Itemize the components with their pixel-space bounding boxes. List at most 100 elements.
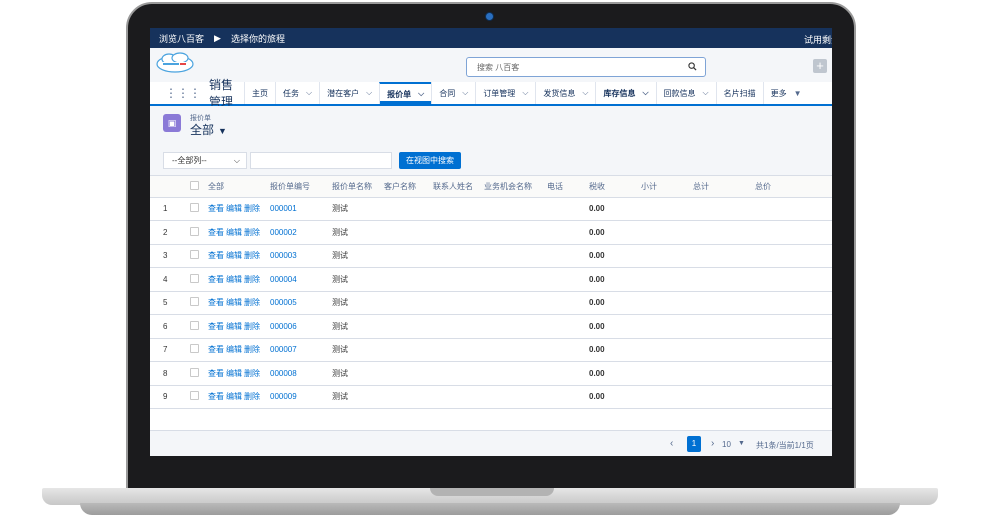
col-opportunity[interactable]: 业务机会名称 [484,176,547,198]
quote-number-link[interactable]: 000006 [270,314,332,339]
browse-link[interactable]: 浏览八百客 [159,32,204,45]
delete-link[interactable]: 删除 [244,204,260,213]
delete-link[interactable]: 删除 [244,228,260,237]
view-link[interactable]: 查看 [208,275,224,284]
tab-label: 主页 [252,88,268,98]
view-link[interactable]: 查看 [208,345,224,354]
row-checkbox[interactable] [190,320,199,330]
view-link[interactable]: 查看 [208,251,224,260]
app-grid-icon[interactable]: ⋮⋮⋮ [165,86,201,100]
col-quote-name[interactable]: 报价单名称 [332,176,384,198]
tab-inventory[interactable]: 库存信息 ⌵ [595,82,655,104]
quote-number-link[interactable]: 000008 [270,361,332,386]
tab-tasks[interactable]: 任务 ⌵ [275,82,319,104]
tab-quotes[interactable]: 报价单 ⌵ [379,82,432,104]
view-link[interactable]: 查看 [208,322,224,331]
view-link[interactable]: 查看 [208,392,224,401]
view-link[interactable]: 查看 [208,298,224,307]
edit-link[interactable]: 编辑 [226,298,242,307]
chevron-down-icon[interactable]: ⌵ [642,88,648,98]
tab-home[interactable]: 主页 [244,82,275,104]
tab-shipping[interactable]: 发货信息 ⌵ [535,82,595,104]
quote-number-link[interactable]: 000002 [270,220,332,245]
tab-contracts[interactable]: 合同 ⌵ [431,82,475,104]
caret-down-icon[interactable]: ▼ [794,89,802,98]
delete-link[interactable]: 删除 [244,322,260,331]
quote-number-link[interactable]: 000004 [270,267,332,292]
edit-link[interactable]: 编辑 [226,251,242,260]
edit-link[interactable]: 编辑 [226,322,242,331]
col-all[interactable]: 全部 [208,176,270,198]
caret-down-icon[interactable]: ▼ [738,440,745,447]
next-page-icon[interactable]: › [711,438,714,449]
col-total-price[interactable]: 总价 [755,176,832,198]
row-checkbox[interactable] [190,203,199,213]
cloud-logo[interactable] [155,52,195,74]
row-checkbox[interactable] [190,297,199,307]
delete-link[interactable]: 删除 [244,369,260,378]
delete-link[interactable]: 删除 [244,298,260,307]
app-launcher[interactable]: ⋮⋮⋮ 销售管理 [150,78,244,109]
col-customer[interactable]: 客户名称 [384,176,433,198]
page-size-select[interactable]: 10 [722,440,731,449]
select-all-checkbox[interactable] [190,180,199,190]
journey-link[interactable]: 选择你的旅程 [231,32,285,45]
opportunity-cell [484,197,547,221]
current-page-button[interactable]: 1 [687,436,701,452]
search-in-view-button[interactable]: 在视图中搜索 [399,152,461,169]
tab-payments[interactable]: 回款信息 ⌵ [655,82,716,104]
col-subtotal[interactable]: 小计 [641,176,693,198]
edit-link[interactable]: 编辑 [226,345,242,354]
delete-link[interactable]: 删除 [244,392,260,401]
row-checkbox[interactable] [190,391,199,401]
chevron-down-icon[interactable]: ⌵ [366,88,372,98]
delete-link[interactable]: 删除 [244,345,260,354]
edit-link[interactable]: 编辑 [226,228,242,237]
row-checkbox[interactable] [190,226,199,236]
edit-link[interactable]: 编辑 [226,275,242,284]
caret-down-icon[interactable]: ▼ [218,126,227,136]
table-row: 2 查看 编辑 删除 000002 测试 0.00 [150,220,832,245]
chevron-down-icon[interactable]: ⌵ [306,88,312,98]
global-search-input[interactable]: 搜索 八百客 [466,57,706,77]
tax-cell: 0.00 [589,267,641,292]
col-phone[interactable]: 电话 [547,176,589,198]
phone-cell [547,244,589,268]
chevron-down-icon[interactable]: ⌵ [703,88,709,98]
row-checkbox[interactable] [190,273,199,283]
edit-link[interactable]: 编辑 [226,392,242,401]
row-checkbox[interactable] [190,250,199,260]
tab-more[interactable]: 更多 ▼ [762,82,809,104]
prev-page-icon[interactable]: ‹ [670,438,673,449]
tab-leads[interactable]: 潜在客户 ⌵ [319,82,379,104]
view-link[interactable]: 查看 [208,369,224,378]
row-checkbox[interactable] [190,344,199,354]
view-switcher[interactable]: 全部 ▼ [190,121,227,138]
col-quote-no[interactable]: 报价单编号 [270,176,332,198]
search-icon[interactable] [688,62,697,73]
col-contact[interactable]: 联系人姓名 [433,176,484,198]
edit-link[interactable]: 编辑 [226,369,242,378]
tab-card-scan[interactable]: 名片扫描 [715,82,763,104]
chevron-down-icon[interactable]: ⌵ [582,88,588,98]
column-select[interactable]: --全部列-- ⌵ [163,152,247,169]
tab-orders[interactable]: 订单管理 ⌵ [475,82,535,104]
delete-link[interactable]: 删除 [244,251,260,260]
quote-number-link[interactable]: 000001 [270,197,332,221]
col-tax[interactable]: 税收 [589,176,641,198]
view-link[interactable]: 查看 [208,204,224,213]
chevron-down-icon[interactable]: ⌵ [522,88,528,98]
delete-link[interactable]: 删除 [244,275,260,284]
col-grand-total[interactable]: 总计 [693,176,755,198]
row-checkbox[interactable] [190,367,199,377]
edit-link[interactable]: 编辑 [226,204,242,213]
quote-number-link[interactable]: 000009 [270,385,332,409]
quote-number-link[interactable]: 000005 [270,291,332,315]
chevron-down-icon[interactable]: ⌵ [418,89,424,99]
chevron-down-icon[interactable]: ⌵ [462,88,468,98]
quote-number-link[interactable]: 000007 [270,338,332,362]
view-search-input[interactable] [250,152,392,169]
add-button[interactable]: + [813,59,827,73]
quote-number-link[interactable]: 000003 [270,244,332,268]
view-link[interactable]: 查看 [208,228,224,237]
